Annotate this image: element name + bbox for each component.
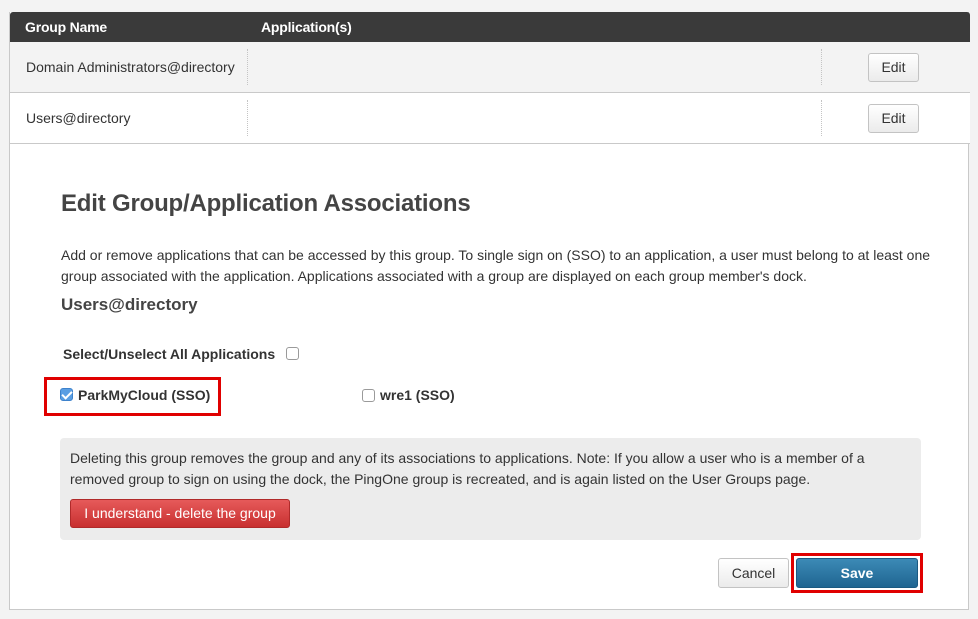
table-header: Group Name Application(s) [10,12,970,42]
application-label-wre1[interactable]: wre1 (SSO) [380,387,455,403]
application-label-parkmycloud[interactable]: ParkMyCloud (SSO) [78,387,210,403]
column-divider [821,49,822,85]
delete-warning-box: Deleting this group removes the group an… [60,438,921,540]
select-all-checkbox[interactable] [286,347,299,360]
delete-group-button[interactable]: I understand - delete the group [70,499,290,528]
groups-frame: Group Name Application(s) Domain Adminis… [9,12,970,610]
selected-group-name: Users@directory [61,295,198,314]
application-checkbox-parkmycloud[interactable] [60,388,73,401]
table-row: Users@directory Edit [10,93,970,144]
cancel-button[interactable]: Cancel [718,558,789,588]
edit-button[interactable]: Edit [868,53,919,82]
group-name-cell: Users@directory [26,110,131,126]
delete-warning-text: Deleting this group removes the group an… [70,450,865,487]
select-all-label: Select/Unselect All Applications [63,346,276,362]
application-checkbox-wre1[interactable] [362,389,375,402]
group-name-cell: Domain Administrators@directory [26,59,235,75]
panel-title: Edit Group/Application Associations [61,190,471,217]
save-button[interactable]: Save [796,558,918,588]
column-header-applications[interactable]: Application(s) [261,19,352,35]
edit-button[interactable]: Edit [868,104,919,133]
panel-description: Add or remove applications that can be a… [61,247,931,284]
column-header-group-name[interactable]: Group Name [25,19,107,35]
column-divider [821,100,822,136]
column-divider [247,49,248,85]
table-row: Domain Administrators@directory Edit [10,42,970,93]
column-divider [247,100,248,136]
